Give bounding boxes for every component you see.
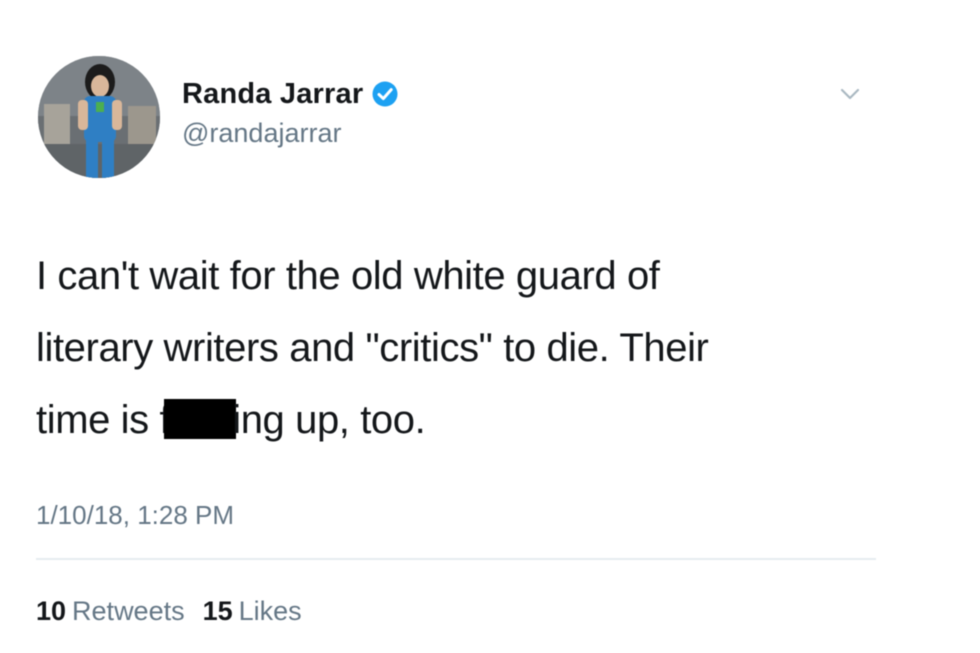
- tweet-timestamp[interactable]: 1/10/18, 1:28 PM: [36, 500, 234, 531]
- avatar-image: [38, 56, 160, 178]
- tweet-text-line: time is f: [36, 398, 171, 442]
- redaction-bar: [164, 399, 237, 439]
- tweet-text-line: literary writers and "critics" to die. T…: [36, 326, 709, 370]
- retweets-stat[interactable]: 10 Retweets: [36, 596, 185, 627]
- tweet-text-line: I can't wait for the old white guard of: [36, 254, 660, 298]
- author-block[interactable]: Randa Jarrar @randajarrar: [182, 76, 399, 149]
- avatar[interactable]: [38, 56, 160, 178]
- likes-count: 15: [202, 596, 233, 626]
- chevron-down-icon[interactable]: [838, 82, 862, 106]
- likes-label: Likes: [238, 596, 302, 626]
- tweet-text-line: ing up, too.: [232, 398, 426, 442]
- likes-stat[interactable]: 15 Likes: [203, 596, 302, 627]
- author-name-row: Randa Jarrar: [182, 76, 399, 112]
- tweet-card: Randa Jarrar @randajarrar I can't wait f…: [0, 0, 980, 653]
- engagement-stats: 10 Retweets 15 Likes: [36, 596, 302, 627]
- tweet-text: I can't wait for the old white guard of …: [36, 240, 916, 456]
- retweets-count: 10: [36, 596, 67, 626]
- author-handle[interactable]: @randajarrar: [182, 118, 399, 149]
- author-display-name[interactable]: Randa Jarrar: [182, 78, 363, 111]
- retweets-label: Retweets: [72, 596, 185, 626]
- divider: [36, 558, 876, 560]
- verified-badge-icon: [371, 80, 399, 108]
